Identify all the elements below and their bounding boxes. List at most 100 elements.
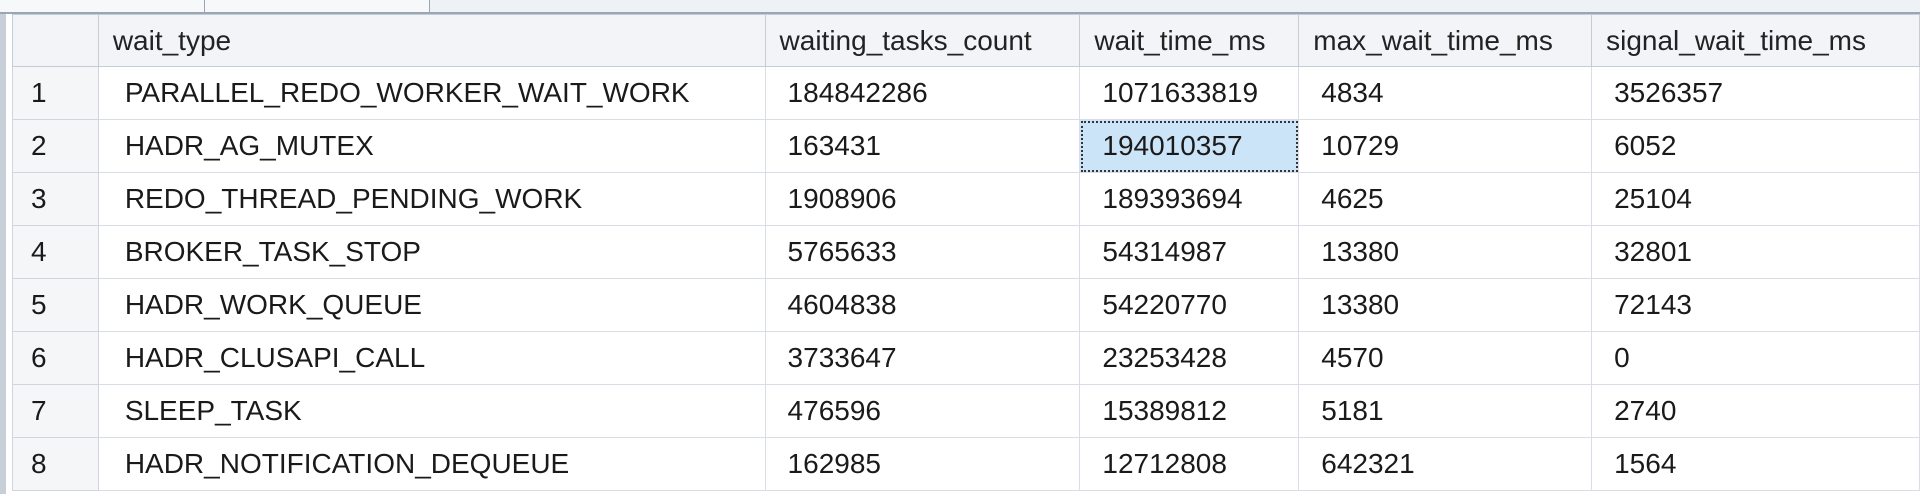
waiting-tasks-count-cell-text: 476596 xyxy=(787,395,881,426)
table-row[interactable]: 1 PARALLEL_REDO_WORKER_WAIT_WORK 184842286… xyxy=(12,66,1920,120)
max-wait-time-ms-cell[interactable]: 13380 xyxy=(1298,225,1593,279)
signal-wait-time-ms-cell[interactable]: 1564 xyxy=(1591,437,1920,491)
signal-wait-time-ms-cell[interactable]: 32801 xyxy=(1591,225,1920,279)
max-wait-time-ms-cell-text: 5181 xyxy=(1321,395,1384,426)
wait-time-ms-cell[interactable]: 15389812 xyxy=(1079,384,1300,438)
table-row[interactable]: 5 HADR_WORK_QUEUE 4604838 54220770 13380 7214… xyxy=(12,278,1920,332)
row-number[interactable]: 8 xyxy=(12,437,99,491)
wait-type-cell-text: HADR_WORK_QUEUE xyxy=(124,289,422,320)
signal-wait-time-ms-cell-text: 1564 xyxy=(1614,448,1677,479)
results-tab[interactable] xyxy=(0,0,205,12)
wait-type-cell-text: BROKER_TASK_STOP xyxy=(124,236,421,267)
wait-time-ms-cell[interactable]: 189393694 xyxy=(1079,172,1300,226)
row-number-text: 2 xyxy=(31,130,47,161)
wait-type-cell[interactable]: HADR_WORK_QUEUE xyxy=(97,278,766,332)
column-header-wait-type[interactable]: wait_type xyxy=(97,14,766,67)
results-grid-window: wait_type waiting_tasks_count wait_time_… xyxy=(0,0,1920,494)
row-number[interactable]: 2 xyxy=(12,119,99,173)
waiting-tasks-count-cell[interactable]: 162985 xyxy=(764,437,1081,491)
waiting-tasks-count-cell[interactable]: 184842286 xyxy=(764,66,1081,120)
max-wait-time-ms-cell-text: 13380 xyxy=(1321,289,1400,320)
waiting-tasks-count-cell[interactable]: 163431 xyxy=(764,119,1081,173)
wait-type-cell-text: HADR_AG_MUTEX xyxy=(124,130,374,161)
selected-cell[interactable]: 194010357 xyxy=(1079,119,1300,173)
row-number[interactable]: 3 xyxy=(12,172,99,226)
signal-wait-time-ms-cell[interactable]: 0 xyxy=(1591,331,1920,385)
max-wait-time-ms-cell-text: 642321 xyxy=(1321,448,1415,479)
column-header-signal-wait-time-ms[interactable]: signal_wait_time_ms xyxy=(1591,14,1920,67)
wait-type-cell[interactable]: REDO_THREAD_PENDING_WORK xyxy=(97,172,766,226)
row-number[interactable]: 4 xyxy=(12,225,99,279)
signal-wait-time-ms-cell-text: 3526357 xyxy=(1614,77,1724,108)
wait-time-ms-cell[interactable]: 1071633819 xyxy=(1079,66,1300,120)
waiting-tasks-count-cell[interactable]: 4604838 xyxy=(764,278,1081,332)
wait-type-cell-text: SLEEP_TASK xyxy=(124,395,302,426)
row-number[interactable]: 7 xyxy=(12,384,99,438)
signal-wait-time-ms-cell[interactable]: 6052 xyxy=(1591,119,1920,173)
row-number[interactable]: 6 xyxy=(12,331,99,385)
waiting-tasks-count-cell-text: 3733647 xyxy=(787,342,897,373)
max-wait-time-ms-cell[interactable]: 642321 xyxy=(1298,437,1593,491)
wait-type-cell-text: HADR_CLUSAPI_CALL xyxy=(124,342,426,373)
wait-type-cell[interactable]: HADR_AG_MUTEX xyxy=(97,119,766,173)
max-wait-time-ms-cell[interactable]: 5181 xyxy=(1298,384,1593,438)
grid-left-border xyxy=(0,14,6,494)
header-row: wait_type waiting_tasks_count wait_time_… xyxy=(12,14,1920,67)
table-row[interactable]: 8 HADR_NOTIFICATION_DEQUEUE 162985 12712808… xyxy=(12,437,1920,491)
messages-tab[interactable] xyxy=(205,0,430,12)
table-row[interactable]: 6 HADR_CLUSAPI_CALL 3733647 23253428 4570 0 xyxy=(12,331,1920,385)
signal-wait-time-ms-cell[interactable]: 72143 xyxy=(1591,278,1920,332)
signal-wait-time-ms-cell-text: 0 xyxy=(1614,342,1630,373)
column-header-max-wait-time-ms[interactable]: max_wait_time_ms xyxy=(1298,14,1593,67)
wait-time-ms-cell[interactable]: 12712808 xyxy=(1079,437,1300,491)
waiting-tasks-count-cell-text: 5765633 xyxy=(787,236,897,267)
max-wait-time-ms-cell-text: 4834 xyxy=(1321,77,1384,108)
table-row[interactable]: 2 HADR_AG_MUTEX 163431 194010357 10729 6052 xyxy=(12,119,1920,173)
waiting-tasks-count-cell[interactable]: 3733647 xyxy=(764,331,1081,385)
wait-type-cell[interactable]: SLEEP_TASK xyxy=(97,384,766,438)
max-wait-time-ms-cell[interactable]: 13380 xyxy=(1298,278,1593,332)
wait-time-ms-cell[interactable]: 23253428 xyxy=(1079,331,1300,385)
row-number-text: 5 xyxy=(31,289,47,320)
signal-wait-time-ms-cell-text: 25104 xyxy=(1614,183,1692,214)
row-number-text: 8 xyxy=(31,448,47,479)
max-wait-time-ms-cell-text: 10729 xyxy=(1321,130,1400,161)
waiting-tasks-count-cell-text: 4604838 xyxy=(787,289,897,320)
table-row[interactable]: 7 SLEEP_TASK 476596 15389812 5181 2740 xyxy=(12,384,1920,438)
signal-wait-time-ms-cell-text: 72143 xyxy=(1614,289,1692,320)
row-number-text: 4 xyxy=(31,236,47,267)
row-number[interactable]: 5 xyxy=(12,278,99,332)
signal-wait-time-ms-cell-text: 32801 xyxy=(1614,236,1692,267)
wait-type-cell[interactable]: BROKER_TASK_STOP xyxy=(97,225,766,279)
signal-wait-time-ms-cell[interactable]: 25104 xyxy=(1591,172,1920,226)
max-wait-time-ms-cell[interactable]: 10729 xyxy=(1298,119,1593,173)
wait-time-ms-cell-text: 12712808 xyxy=(1102,448,1227,479)
waiting-tasks-count-cell[interactable]: 1908906 xyxy=(764,172,1081,226)
row-number-text: 7 xyxy=(31,395,47,426)
row-number[interactable]: 1 xyxy=(12,66,99,120)
wait-time-ms-cell-text: 194010357 xyxy=(1102,130,1243,161)
max-wait-time-ms-cell[interactable]: 4570 xyxy=(1298,331,1593,385)
row-number-header[interactable] xyxy=(12,14,99,67)
table-row[interactable]: 4 BROKER_TASK_STOP 5765633 54314987 13380 328… xyxy=(12,225,1920,279)
wait-type-cell[interactable]: PARALLEL_REDO_WORKER_WAIT_WORK xyxy=(97,66,766,120)
wait-time-ms-cell[interactable]: 54220770 xyxy=(1079,278,1300,332)
waiting-tasks-count-cell[interactable]: 476596 xyxy=(764,384,1081,438)
wait-time-ms-cell-text: 54314987 xyxy=(1102,236,1227,267)
column-header-wait-time-ms[interactable]: wait_time_ms xyxy=(1079,14,1300,67)
wait-type-cell[interactable]: HADR_CLUSAPI_CALL xyxy=(97,331,766,385)
max-wait-time-ms-cell[interactable]: 4625 xyxy=(1298,172,1593,226)
max-wait-time-ms-cell-text: 4625 xyxy=(1321,183,1384,214)
signal-wait-time-ms-cell[interactable]: 2740 xyxy=(1591,384,1920,438)
wait-time-ms-cell-text: 23253428 xyxy=(1102,342,1227,373)
signal-wait-time-ms-cell[interactable]: 3526357 xyxy=(1591,66,1920,120)
wait-type-cell[interactable]: HADR_NOTIFICATION_DEQUEUE xyxy=(97,437,766,491)
wait-type-cell-text: HADR_NOTIFICATION_DEQUEUE xyxy=(124,448,570,479)
wait-time-ms-cell[interactable]: 54314987 xyxy=(1079,225,1300,279)
table-row[interactable]: 3 REDO_THREAD_PENDING_WORK 1908906 18939369… xyxy=(12,172,1920,226)
column-header-waiting-tasks-count[interactable]: waiting_tasks_count xyxy=(764,14,1081,67)
waiting-tasks-count-cell-text: 162985 xyxy=(787,448,881,479)
max-wait-time-ms-cell[interactable]: 4834 xyxy=(1298,66,1593,120)
waiting-tasks-count-cell[interactable]: 5765633 xyxy=(764,225,1081,279)
results-grid: wait_type waiting_tasks_count wait_time_… xyxy=(12,14,1920,491)
